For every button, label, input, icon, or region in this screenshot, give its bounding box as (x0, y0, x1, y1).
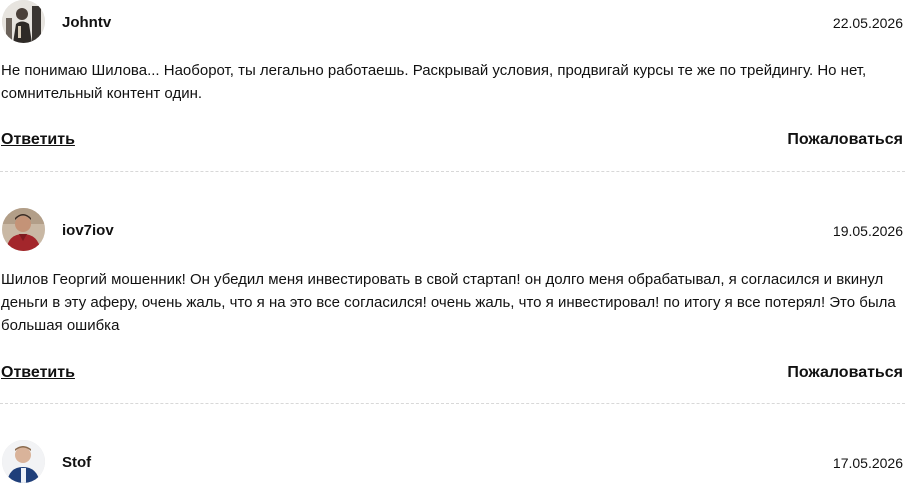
avatar[interactable] (2, 440, 45, 483)
comment-date: 17.05.2026 (832, 455, 903, 471)
user-photo-icon (2, 208, 45, 251)
divider (0, 403, 905, 404)
report-link[interactable]: Пожаловаться (787, 131, 903, 149)
user-photo-icon (2, 0, 45, 43)
comment-text: Шилов Георгий мошенник! Он убедил меня и… (1, 271, 896, 334)
username[interactable]: iov7iov (62, 222, 114, 239)
report-link[interactable]: Пожаловаться (787, 364, 903, 382)
divider (0, 171, 905, 172)
avatar[interactable] (2, 208, 45, 251)
comments-list: Johntv 22.05.2026 Не понимаю Шилова... Н… (0, 0, 905, 503)
comment-actions: Ответить Пожаловаться (0, 364, 905, 386)
reply-link[interactable]: Ответить (1, 364, 75, 382)
comment-header: iov7iov 19.05.2026 (0, 208, 905, 254)
user-photo-icon (2, 440, 45, 483)
comment-date: 19.05.2026 (832, 223, 903, 239)
avatar[interactable] (2, 0, 45, 43)
comment: Johntv 22.05.2026 Не понимаю Шилова... Н… (0, 0, 905, 172)
username[interactable]: Johntv (62, 14, 111, 31)
comment-text: Не понимаю Шилова... Наоборот, ты легаль… (1, 62, 867, 102)
comment: Stof 17.05.2026 (0, 440, 905, 486)
comment-date: 22.05.2026 (832, 15, 903, 31)
username[interactable]: Stof (62, 454, 91, 471)
comment-header: Stof 17.05.2026 (0, 440, 905, 486)
comment-actions: Ответить Пожаловаться (0, 131, 905, 153)
comment-header: Johntv 22.05.2026 (0, 0, 905, 46)
reply-link[interactable]: Ответить (1, 131, 75, 149)
comment: iov7iov 19.05.2026 Шилов Георгий мошенни… (0, 208, 905, 404)
